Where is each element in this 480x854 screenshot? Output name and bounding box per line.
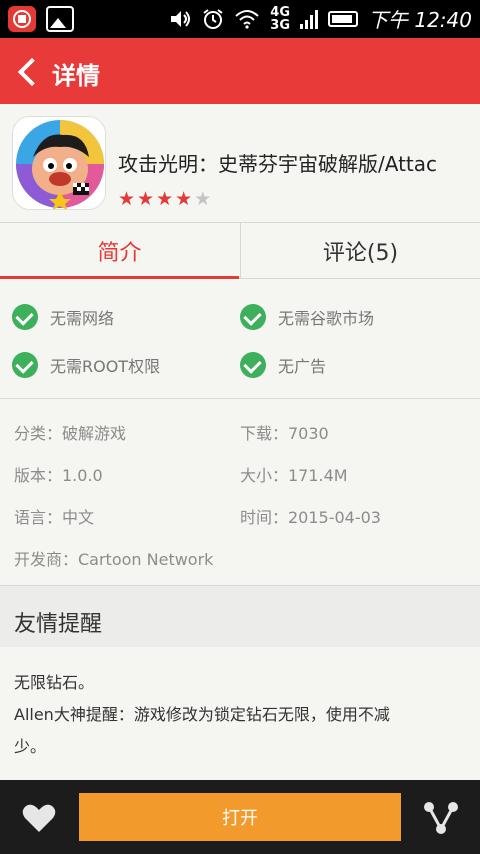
battery-icon bbox=[328, 10, 358, 27]
tab-bar: 简介 评论(5) bbox=[0, 222, 480, 279]
network-indicator: 4G 3G bbox=[270, 6, 290, 32]
picture-icon bbox=[46, 6, 74, 32]
reminder-title: 友情提醒 bbox=[14, 612, 103, 637]
check-icon bbox=[240, 352, 266, 378]
check-icon bbox=[12, 352, 38, 378]
share-icon bbox=[424, 802, 458, 834]
badge-glyph-icon bbox=[13, 10, 31, 28]
star-empty-icon: ★ bbox=[194, 188, 212, 210]
alarm-icon bbox=[203, 8, 223, 29]
star-filled-icon: ★ bbox=[118, 188, 136, 210]
open-button[interactable]: 打开 bbox=[79, 793, 401, 841]
app-artwork-icon bbox=[13, 117, 105, 209]
app-card: 攻击光明：史蒂芬宇宙破解版/Attac ★ ★ ★ ★ ★ bbox=[0, 104, 480, 222]
network-4g-label: 4G bbox=[270, 4, 290, 20]
app-name: 攻击光明：史蒂芬宇宙破解版/Attac bbox=[118, 152, 438, 176]
header-bar: 详情 bbox=[0, 38, 480, 104]
status-bar: 4G 3G 下午 12:40 bbox=[0, 0, 480, 38]
status-time: 下午 12:40 bbox=[368, 8, 472, 32]
signal-icon bbox=[300, 9, 318, 29]
info-version: 版本：1.0.0 bbox=[14, 466, 103, 485]
feature-label: 无需网络 bbox=[50, 309, 115, 328]
feature-label: 无需谷歌市场 bbox=[278, 309, 375, 328]
check-icon bbox=[12, 304, 38, 330]
app-badge-icon bbox=[8, 6, 36, 32]
feature-item: 无需谷歌市场 bbox=[240, 304, 374, 330]
back-arrow-icon bbox=[17, 57, 47, 87]
feature-label: 无广告 bbox=[278, 357, 327, 376]
info-downloads: 下载：7030 bbox=[240, 424, 329, 443]
info-developer: 开发商：Cartoon Network bbox=[14, 550, 214, 569]
feature-item: 无广告 bbox=[240, 352, 326, 378]
share-button[interactable] bbox=[418, 798, 464, 838]
feature-item: 无需ROOT权限 bbox=[12, 352, 160, 378]
reminder-line: 少。 bbox=[14, 737, 47, 756]
check-icon bbox=[240, 304, 266, 330]
info-size: 大小：171.4M bbox=[240, 466, 348, 485]
info-category: 分类：破解游戏 bbox=[14, 424, 127, 443]
page-title: 详情 bbox=[52, 62, 100, 90]
tab-reviews[interactable]: 评论(5) bbox=[240, 223, 480, 278]
heart-icon bbox=[22, 804, 56, 832]
bottom-action-bar: 打开 bbox=[0, 780, 480, 854]
wifi-icon bbox=[235, 9, 259, 29]
star-filled-icon: ★ bbox=[156, 188, 174, 210]
app-icon[interactable] bbox=[12, 116, 106, 210]
volume-icon bbox=[171, 10, 191, 27]
reminder-header: 友情提醒 bbox=[0, 585, 480, 648]
rating-stars: ★ ★ ★ ★ ★ bbox=[118, 188, 211, 210]
divider bbox=[0, 398, 480, 399]
reminder-line: Allen大神提醒：游戏修改为锁定钻石无限，使用不减 bbox=[14, 705, 390, 724]
star-filled-icon: ★ bbox=[137, 188, 155, 210]
feature-list: 无需网络 无需谷歌市场 无需ROOT权限 无广告 bbox=[0, 278, 480, 398]
app-info: 分类：破解游戏 下载：7030 版本：1.0.0 大小：171.4M 语言：中文… bbox=[0, 400, 480, 584]
reminder-body: 无限钻石。 Allen大神提醒：游戏修改为锁定钻石无限，使用不减 少。 bbox=[0, 647, 480, 780]
feature-label: 无需ROOT权限 bbox=[50, 357, 161, 376]
info-date: 时间：2015-04-03 bbox=[240, 508, 381, 527]
back-button[interactable] bbox=[12, 52, 52, 92]
status-right: 4G 3G 下午 12:40 bbox=[170, 4, 472, 33]
reminder-line: 无限钻石。 bbox=[14, 673, 95, 692]
status-left bbox=[8, 6, 74, 32]
tab-intro[interactable]: 简介 bbox=[0, 223, 239, 279]
network-3g-label: 3G bbox=[270, 17, 290, 33]
favorite-button[interactable] bbox=[16, 798, 62, 838]
star-filled-icon: ★ bbox=[175, 188, 193, 210]
info-language: 语言：中文 bbox=[14, 508, 95, 527]
feature-item: 无需网络 bbox=[12, 304, 114, 330]
